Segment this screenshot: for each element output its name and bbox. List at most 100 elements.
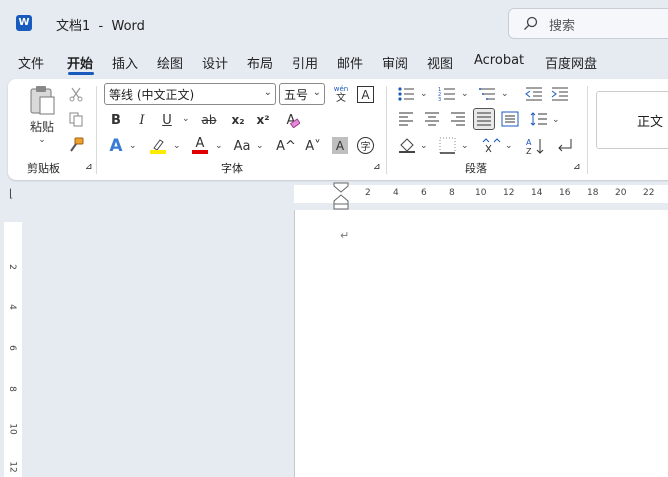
tab-design[interactable]: 设计 bbox=[202, 53, 228, 72]
font-color-button[interactable]: A bbox=[190, 135, 210, 155]
highlight-button[interactable] bbox=[148, 136, 168, 156]
borders-icon[interactable] bbox=[439, 137, 457, 154]
font-color-char: A bbox=[195, 135, 205, 151]
tab-home[interactable]: 开始 bbox=[67, 53, 93, 72]
chinese-layout-icon[interactable] bbox=[482, 137, 502, 154]
font-name-value: 等线 (中文正文) bbox=[109, 88, 195, 102]
multilevel-list-dropdown-icon[interactable]: ⌄ bbox=[501, 89, 509, 99]
tab-selector-icon[interactable]: ⌊ bbox=[9, 187, 13, 200]
sort-icon[interactable]: AZ bbox=[526, 137, 546, 155]
borders-dropdown-icon[interactable]: ⌄ bbox=[461, 141, 469, 151]
format-painter-icon[interactable] bbox=[68, 137, 84, 153]
shrink-font-button[interactable]: A˅ bbox=[303, 136, 323, 156]
text-effects-button[interactable]: A bbox=[106, 136, 126, 156]
ruler-tick: 6 bbox=[421, 188, 427, 198]
chevron-down-icon: ⌄ bbox=[312, 87, 321, 98]
ruler-tick: 6 bbox=[6, 345, 17, 351]
ruler-tick: 2 bbox=[6, 264, 17, 270]
numbering-icon[interactable]: 123 bbox=[438, 86, 456, 102]
line-spacing-dropdown-icon[interactable]: ⌄ bbox=[552, 115, 560, 125]
align-left-icon[interactable] bbox=[398, 112, 414, 126]
font-size-value: 五号 bbox=[284, 88, 309, 102]
tab-file[interactable]: 文件 bbox=[18, 53, 44, 72]
tab-review[interactable]: 审阅 bbox=[382, 53, 408, 72]
decrease-indent-icon[interactable] bbox=[525, 86, 543, 102]
bullets-icon[interactable] bbox=[397, 86, 415, 102]
ruler-tick: 16 bbox=[559, 188, 571, 198]
ruler-tick: 22 bbox=[643, 188, 655, 198]
tab-mailings[interactable]: 邮件 bbox=[337, 53, 363, 72]
subscript-button[interactable]: x₂ bbox=[229, 111, 247, 129]
active-tab-indicator bbox=[68, 72, 94, 75]
strikethrough-button[interactable]: ab bbox=[198, 111, 220, 129]
phonetic-guide-button[interactable]: wén 文 bbox=[331, 83, 351, 105]
character-shading-button[interactable]: A bbox=[332, 137, 348, 154]
align-justify-icon bbox=[477, 112, 491, 126]
underline-button[interactable]: U bbox=[158, 111, 176, 129]
paragraph-group-label: 段落 bbox=[465, 162, 487, 175]
clear-formatting-button[interactable]: A bbox=[281, 110, 301, 130]
italic-button[interactable]: I bbox=[133, 111, 151, 129]
line-spacing-icon[interactable] bbox=[530, 111, 548, 127]
change-case-button[interactable]: Aa bbox=[230, 136, 254, 156]
paste-icon bbox=[30, 86, 55, 115]
highlight-dropdown-icon[interactable]: ⌄ bbox=[173, 141, 181, 151]
font-group-label: 字体 bbox=[221, 162, 243, 175]
shading-dropdown-icon[interactable]: ⌄ bbox=[420, 141, 428, 151]
search-box[interactable]: 搜索 bbox=[508, 8, 668, 39]
svg-text:A: A bbox=[526, 138, 532, 147]
font-size-combo[interactable]: 五号 ⌄ bbox=[279, 83, 325, 105]
align-center-icon[interactable] bbox=[424, 112, 440, 126]
text-effects-dropdown-icon[interactable]: ⌄ bbox=[129, 141, 137, 151]
paste-label: 粘贴 bbox=[29, 120, 54, 134]
group-separator bbox=[587, 86, 588, 174]
chevron-down-icon: ⌄ bbox=[263, 87, 272, 98]
ruler-tick: 20 bbox=[615, 188, 627, 198]
bullets-dropdown-icon[interactable]: ⌄ bbox=[420, 89, 428, 99]
numbering-dropdown-icon[interactable]: ⌄ bbox=[461, 89, 469, 99]
font-color-dropdown-icon[interactable]: ⌄ bbox=[215, 141, 223, 151]
change-case-dropdown-icon[interactable]: ⌄ bbox=[256, 141, 264, 151]
paste-dropdown-icon: ⌄ bbox=[38, 135, 46, 145]
ruler-tick: 18 bbox=[587, 188, 599, 198]
show-formatting-marks-icon[interactable] bbox=[555, 137, 573, 154]
underline-dropdown-icon[interactable]: ⌄ bbox=[182, 114, 190, 124]
clipboard-group-label: 剪贴板 bbox=[27, 162, 60, 175]
ruler-tick: 12 bbox=[7, 461, 18, 473]
increase-indent-icon[interactable] bbox=[551, 86, 569, 102]
indent-marker-icon[interactable] bbox=[333, 182, 349, 210]
tab-baidu-netdisk[interactable]: 百度网盘 bbox=[545, 53, 597, 72]
tab-draw[interactable]: 绘图 bbox=[157, 53, 183, 72]
paragraph-launcher-icon[interactable]: ⊿ bbox=[573, 162, 581, 172]
grow-font-button[interactable]: A^ bbox=[276, 136, 296, 156]
tab-acrobat[interactable]: Acrobat bbox=[474, 53, 524, 68]
copy-icon[interactable] bbox=[68, 111, 84, 127]
superscript-button[interactable]: x² bbox=[254, 111, 272, 129]
align-right-icon[interactable] bbox=[450, 112, 466, 126]
font-name-combo[interactable]: 等线 (中文正文) ⌄ bbox=[104, 83, 276, 105]
ruler-tick: 10 bbox=[7, 423, 18, 435]
cut-icon[interactable] bbox=[68, 86, 84, 102]
tab-view[interactable]: 视图 bbox=[427, 53, 453, 72]
font-launcher-icon[interactable]: ⊿ bbox=[373, 162, 381, 172]
chinese-layout-dropdown-icon[interactable]: ⌄ bbox=[505, 141, 513, 151]
tab-layout[interactable]: 布局 bbox=[247, 53, 273, 72]
bold-button[interactable]: B bbox=[107, 111, 125, 129]
character-border-button[interactable]: A bbox=[357, 86, 374, 103]
multilevel-list-icon[interactable] bbox=[479, 86, 497, 102]
ruler-tick: 12 bbox=[503, 188, 515, 198]
enclose-characters-button[interactable]: 字 bbox=[357, 137, 374, 154]
paragraph-mark-icon: ↵ bbox=[340, 229, 350, 242]
style-normal[interactable]: 正文 bbox=[596, 91, 668, 149]
ruler-tick: 2 bbox=[365, 188, 371, 198]
justify-button[interactable] bbox=[473, 108, 495, 130]
tab-references[interactable]: 引用 bbox=[292, 53, 318, 72]
shading-icon[interactable] bbox=[398, 137, 416, 154]
group-separator bbox=[386, 86, 387, 174]
clipboard-launcher-icon[interactable]: ⊿ bbox=[85, 162, 93, 172]
search-icon bbox=[524, 16, 538, 30]
document-page[interactable] bbox=[294, 210, 668, 477]
distributed-align-icon[interactable] bbox=[501, 111, 519, 127]
paste-button[interactable]: 粘贴 ⌄ bbox=[22, 84, 62, 152]
tab-insert[interactable]: 插入 bbox=[112, 53, 138, 72]
